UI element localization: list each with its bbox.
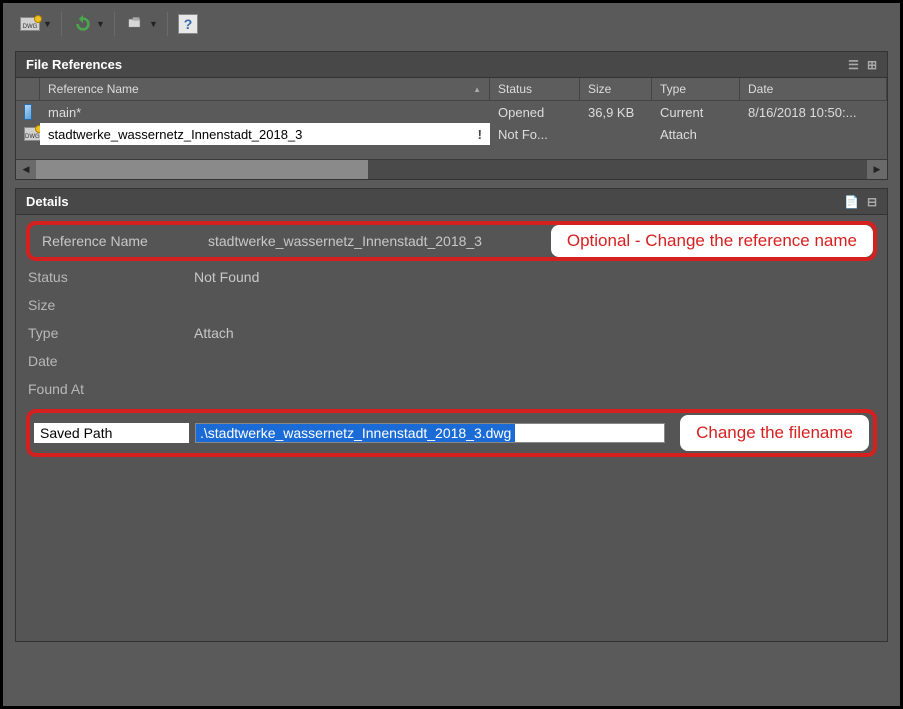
refresh-button[interactable]: ▼ xyxy=(70,11,106,37)
saved-path-input[interactable]: .\stadtwerke_wassernetz_Innenstadt_2018_… xyxy=(195,423,665,443)
detail-row-found-at: Found At xyxy=(16,375,887,403)
details-body: Reference Name stadtwerke_wassernetz_Inn… xyxy=(16,221,887,641)
col-reference-name[interactable]: Reference Name ▲ xyxy=(40,78,490,101)
detail-label: Size xyxy=(16,297,186,313)
scrollbar-thumb[interactable] xyxy=(36,160,368,179)
callout-reference-name: Optional - Change the reference name xyxy=(551,225,873,257)
toolbar: DWG ▼ ▼ ▼ ? xyxy=(3,3,900,45)
app-window: DWG ▼ ▼ ▼ ? File References ☰ xyxy=(0,0,903,709)
table-row[interactable]: main* Opened 36,9 KB Current 8/16/2018 1… xyxy=(16,101,887,123)
col-handle xyxy=(16,78,40,101)
details-header: Details 📄 ⊟ xyxy=(16,189,887,215)
dwg-xref-icon: DWG xyxy=(24,127,40,141)
detail-row-status: Status Not Found xyxy=(16,263,887,291)
tree-view-icon[interactable]: ⊞ xyxy=(867,58,877,72)
attach-dwg-icon: DWG xyxy=(19,13,41,35)
path-options-button[interactable]: ▼ xyxy=(123,11,159,37)
refresh-icon xyxy=(72,13,94,35)
detail-value: Not Found xyxy=(186,269,887,285)
dwg-file-icon xyxy=(24,104,32,120)
horizontal-scrollbar[interactable]: ◀ ▶ xyxy=(16,159,887,179)
help-icon: ? xyxy=(178,14,198,34)
col-size[interactable]: Size xyxy=(580,78,652,101)
path-icon xyxy=(125,13,147,35)
detail-label: Reference Name xyxy=(30,233,200,249)
chevron-down-icon: ▼ xyxy=(96,19,104,29)
expand-icon[interactable]: ⊟ xyxy=(867,195,877,209)
scroll-right-icon[interactable]: ▶ xyxy=(867,160,887,179)
panel-title: Details xyxy=(26,194,69,209)
file-references-panel: File References ☰ ⊞ Reference Name ▲ Sta… xyxy=(15,51,888,180)
detail-row-date: Date xyxy=(16,347,887,375)
col-status[interactable]: Status xyxy=(490,78,580,101)
saved-path-callout-row: Saved Path .\stadtwerke_wassernetz_Innen… xyxy=(26,409,877,457)
scrollbar-track[interactable] xyxy=(36,160,867,179)
table-row[interactable]: DWG stadtwerke_wassernetz_Innenstadt_201… xyxy=(16,123,887,145)
col-date[interactable]: Date xyxy=(740,78,887,101)
detail-value[interactable]: stadtwerke_wassernetz_Innenstadt_2018_3 xyxy=(200,233,490,249)
file-references-header: File References ☰ ⊞ xyxy=(16,52,887,78)
attach-dwg-button[interactable]: DWG ▼ xyxy=(17,11,53,37)
toolbar-separator xyxy=(167,12,168,36)
detail-label: Saved Path xyxy=(34,423,189,443)
file-references-table: Reference Name ▲ Status Size Type Date m… xyxy=(16,78,887,179)
detail-row-size: Size xyxy=(16,291,887,319)
detail-label: Status xyxy=(16,269,186,285)
sort-asc-icon: ▲ xyxy=(473,85,481,94)
callout-filename: Change the filename xyxy=(680,415,869,451)
toolbar-separator xyxy=(114,12,115,36)
reference-name-callout-row: Reference Name stadtwerke_wassernetz_Inn… xyxy=(26,221,877,261)
detail-row-type: Type Attach xyxy=(16,319,887,347)
list-view-icon[interactable]: ☰ xyxy=(848,58,859,72)
panel-title: File References xyxy=(26,57,122,72)
open-icon[interactable]: 📄 xyxy=(844,195,859,209)
table-header-row: Reference Name ▲ Status Size Type Date xyxy=(16,78,887,101)
detail-label: Type xyxy=(16,325,186,341)
col-type[interactable]: Type xyxy=(652,78,740,101)
warning-icon: ! xyxy=(478,127,482,142)
toolbar-separator xyxy=(61,12,62,36)
chevron-down-icon: ▼ xyxy=(43,19,51,29)
detail-value: Attach xyxy=(186,325,887,341)
detail-label: Date xyxy=(16,353,186,369)
saved-path-value[interactable]: .\stadtwerke_wassernetz_Innenstadt_2018_… xyxy=(196,424,515,442)
chevron-down-icon: ▼ xyxy=(149,19,157,29)
scroll-left-icon[interactable]: ◀ xyxy=(16,160,36,179)
details-panel: Details 📄 ⊟ Reference Name stadtwerke_wa… xyxy=(15,188,888,642)
detail-label: Found At xyxy=(16,381,186,397)
help-button[interactable]: ? xyxy=(176,12,200,36)
